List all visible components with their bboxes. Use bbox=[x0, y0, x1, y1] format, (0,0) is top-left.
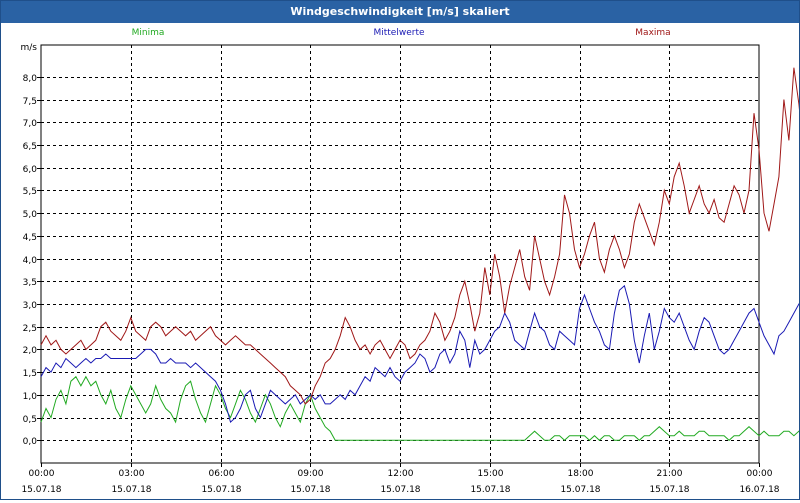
x-tick-time-label: 21:00 bbox=[657, 469, 683, 479]
y-tick-label: 5,5 bbox=[23, 187, 37, 197]
x-tick-date-label: 15.07.18 bbox=[201, 485, 241, 495]
x-tick-time-label: 00:00 bbox=[747, 469, 773, 479]
x-tick-time-label: 06:00 bbox=[209, 469, 235, 479]
y-tick-label: 3,5 bbox=[23, 278, 37, 288]
x-tick-time-label: 12:00 bbox=[388, 469, 414, 479]
y-tick-label: 2,5 bbox=[23, 324, 37, 334]
y-tick-label: 6,5 bbox=[23, 142, 37, 152]
y-tick-label: 4,0 bbox=[23, 256, 38, 266]
x-tick-time-label: 03:00 bbox=[119, 469, 145, 479]
chart-window: Windgeschwindigkeit [m/s] skaliert 0,0 0,… bbox=[0, 0, 800, 500]
x-tick-time-label: 18:00 bbox=[568, 469, 594, 479]
x-tick-date-label: 15.07.18 bbox=[290, 485, 330, 495]
x-tick-time-label: 15:00 bbox=[478, 469, 504, 479]
legend-label-mittelwerte: Mittelwerte bbox=[373, 28, 424, 38]
y-tick-label: 0,5 bbox=[23, 415, 37, 425]
x-tick-time-label: 00:00 bbox=[29, 469, 55, 479]
legend-label-maxima: Maxima bbox=[635, 28, 670, 38]
y-tick-label: 5,0 bbox=[23, 210, 38, 220]
y-tick-label: 7,5 bbox=[23, 97, 37, 107]
y-axis-label: m/s bbox=[21, 43, 38, 53]
chart-area: 0,0 0,5 1,0 1,5 2,0 2,5 3,0 3,5 4,0 4,5 5,0 5,5 6,0 6… bbox=[1, 23, 800, 499]
y-tick-label: 1,5 bbox=[23, 369, 37, 379]
y-tick-label: 1,0 bbox=[23, 392, 38, 402]
x-tick-date-label: 15.07.18 bbox=[111, 485, 151, 495]
x-tick-date-label: 15.07.18 bbox=[380, 485, 420, 495]
x-tick-time-label: 09:00 bbox=[298, 469, 324, 479]
y-tick-label: 4,5 bbox=[23, 233, 37, 243]
wind-speed-chart: 0,0 0,5 1,0 1,5 2,0 2,5 3,0 3,5 4,0 4,5 5,0 5,5 6,0 6… bbox=[21, 28, 800, 495]
y-tick-label: 8,0 bbox=[23, 74, 38, 84]
x-tick-date-label: 15.07.18 bbox=[470, 485, 510, 495]
x-tick-date-label: 15.07.18 bbox=[649, 485, 689, 495]
y-tick-label: 3,0 bbox=[23, 301, 38, 311]
y-tick-label: 0,0 bbox=[23, 437, 38, 447]
legend-label-minima: Minima bbox=[132, 28, 165, 38]
window-title: Windgeschwindigkeit [m/s] skaliert bbox=[1, 1, 799, 23]
x-tick-date-label: 15.07.18 bbox=[21, 485, 61, 495]
x-tick-date-label: 16.07.18 bbox=[739, 485, 779, 495]
x-tick-date-label: 15.07.18 bbox=[560, 485, 600, 495]
y-tick-label: 6,0 bbox=[23, 165, 38, 175]
y-tick-label: 2,0 bbox=[23, 346, 38, 356]
y-tick-label: 7,0 bbox=[23, 119, 38, 129]
